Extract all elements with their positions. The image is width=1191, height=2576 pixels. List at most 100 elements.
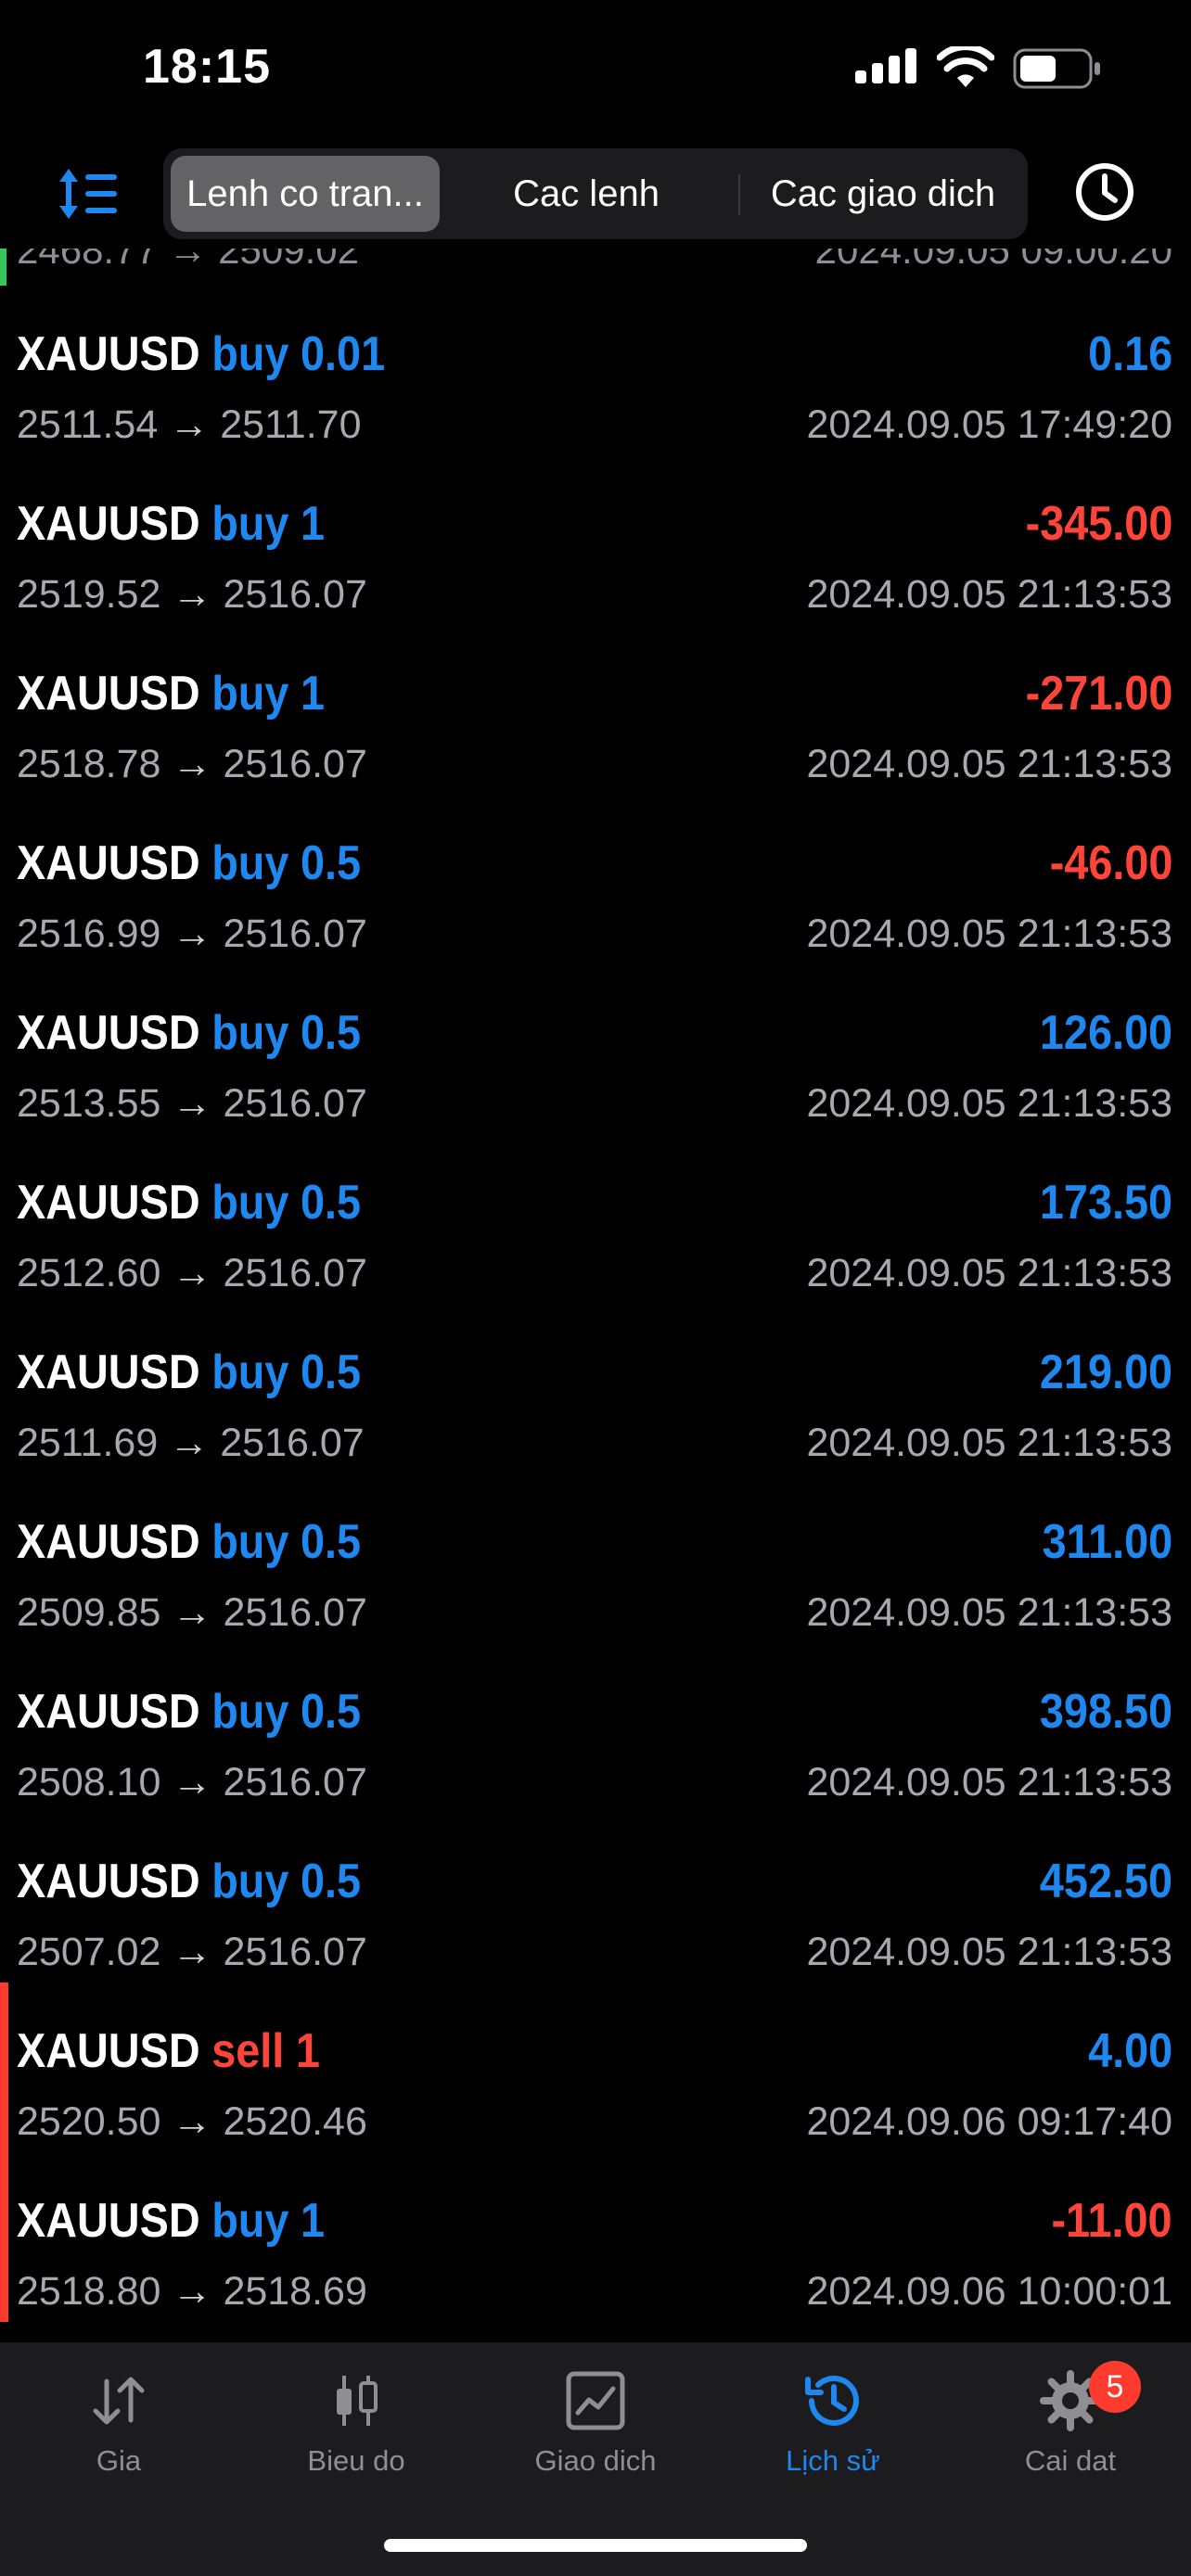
order-side: buy	[211, 1685, 289, 1739]
order-time: 2024.09.05 21:13:53	[806, 1421, 1172, 1465]
tab-gia[interactable]: Gia	[26, 2368, 211, 2498]
row-marker-red	[0, 2152, 8, 2322]
tab-lich-su[interactable]: Lịch sử	[740, 2368, 926, 2498]
order-prices: 2520.50 → 2520.46	[17, 2099, 367, 2145]
battery-icon	[1013, 48, 1100, 89]
order-open-price: 2519.52	[17, 572, 161, 617]
tab-label: Bieu do	[307, 2444, 405, 2477]
order-title: XAUUSD buy 0.5	[17, 1684, 361, 1740]
order-time: 2024.09.05 21:13:53	[806, 912, 1172, 956]
price-arrow-icon: →	[169, 402, 210, 447]
segment-deals[interactable]: Cac giao dich	[744, 156, 1022, 232]
row-marker-red	[0, 1983, 8, 2152]
order-open-price: 2516.99	[17, 912, 161, 956]
order-symbol: XAUUSD	[17, 2194, 200, 2248]
order-prices: 2511.69 → 2516.07	[17, 1421, 365, 1466]
order-open-price: 2511.54	[17, 402, 159, 447]
order-row[interactable]: XAUUSD buy 1 -345.00 2519.52 → 2516.07 2024.09.…	[0, 455, 1191, 625]
order-volume: 0.5	[301, 1685, 362, 1739]
segment-divider	[738, 174, 740, 215]
tab-label: Gia	[96, 2444, 142, 2477]
order-profit: 452.50	[1039, 1855, 1172, 1908]
order-row[interactable]: XAUUSD buy 0.5 311.00 2509.85 → 2516.07 2024.09…	[0, 1473, 1191, 1643]
tab-bieu-do[interactable]: Bieu do	[263, 2368, 449, 2498]
sort-icon[interactable]	[56, 161, 121, 226]
candlestick-icon	[337, 2376, 378, 2426]
order-prices: 2512.60 → 2516.07	[17, 1251, 367, 1296]
order-time: 2024.09.05 21:13:53	[806, 1930, 1172, 1974]
order-profit: -46.00	[1049, 836, 1172, 890]
order-side: buy	[211, 1345, 289, 1399]
order-volume: 1	[301, 497, 326, 551]
order-close-price: 2520.46	[223, 2099, 367, 2144]
order-prices: 2518.78 → 2516.07	[17, 742, 367, 787]
order-symbol: XAUUSD	[17, 1345, 200, 1399]
order-symbol: XAUUSD	[17, 1176, 200, 1230]
order-row[interactable]: XAUUSD buy 0.5 173.50 2512.60 → 2516.07 2024.09…	[0, 1134, 1191, 1304]
order-prices: 2511.54 → 2511.70	[17, 402, 362, 448]
order-title: XAUUSD buy 0.5	[17, 1175, 361, 1231]
order-prices: 2516.99 → 2516.07	[17, 912, 367, 957]
order-open-price: 2520.50	[17, 2099, 161, 2144]
status-bar: 18:15	[0, 0, 1191, 139]
history-icon	[805, 2375, 859, 2426]
price-arrow-icon: →	[169, 1421, 210, 1465]
order-prices: 2513.55 → 2516.07	[17, 1081, 367, 1127]
price-arrow-icon: →	[172, 1760, 212, 1804]
order-profit: -345.00	[1025, 497, 1172, 551]
price-arrow-icon: →	[172, 572, 212, 617]
order-title: XAUUSD buy 1	[17, 496, 325, 552]
trade-chart-icon	[566, 2371, 625, 2430]
order-row[interactable]: XAUUSD buy 0.5 -46.00 2516.99 → 2516.07 2024.09…	[0, 795, 1191, 964]
tab-label: Giao dich	[534, 2444, 657, 2477]
order-title: XAUUSD buy 0.5	[17, 1005, 361, 1061]
order-title: XAUUSD buy 0.5	[17, 835, 361, 891]
order-symbol: XAUUSD	[17, 1515, 200, 1569]
order-volume: 0.5	[301, 1515, 362, 1569]
order-title: XAUUSD buy 1	[17, 666, 325, 721]
order-symbol: XAUUSD	[17, 667, 200, 721]
price-arrow-icon: →	[172, 1930, 212, 1974]
clock-icon[interactable]	[1074, 161, 1135, 223]
order-open-price: 2507.02	[17, 1930, 161, 1974]
order-symbol: XAUUSD	[17, 1685, 200, 1739]
order-row[interactable]: XAUUSD buy 0.5 398.50 2508.10 → 2516.07 2024.09…	[0, 1643, 1191, 1813]
order-profit: -271.00	[1025, 667, 1172, 721]
order-row[interactable]: XAUUSD sell 1 4.00 2520.50 → 2520.46 2024.09.06…	[0, 1983, 1191, 2152]
order-close-price: 2516.07	[223, 572, 367, 617]
order-title: XAUUSD buy 0.5	[17, 1345, 361, 1400]
order-time: 2024.09.06 09:17:40	[806, 2099, 1172, 2144]
order-row[interactable]: XAUUSD buy 1 -11.00 2518.80 → 2518.69 2024.09.0…	[0, 2152, 1191, 2322]
status-time: 18:15	[143, 40, 271, 94]
order-row[interactable]: XAUUSD buy 0.5 452.50 2507.02 → 2516.07 2024.09…	[0, 1813, 1191, 1983]
order-row[interactable]: XAUUSD buy 0.5 126.00 2513.55 → 2516.07 2024.09…	[0, 964, 1191, 1134]
order-volume: 0.5	[301, 1855, 362, 1908]
order-close-price: 2516.07	[223, 1930, 367, 1974]
order-volume: 1	[301, 667, 326, 721]
order-title: XAUUSD sell 1	[17, 2023, 320, 2079]
tab-giao-dich[interactable]: Giao dich	[503, 2368, 688, 2498]
tab-cai-dat[interactable]: Cai dat 5	[978, 2361, 1163, 2498]
order-side: buy	[211, 1176, 289, 1230]
history-list: 2468.77 → 2509.02 2024.09.05 09:00:20 XA…	[0, 249, 1191, 2342]
segment-orders[interactable]: Cac lenh	[447, 156, 725, 232]
order-profit: 0.16	[1087, 327, 1172, 381]
order-time: 2024.09.05 21:13:53	[806, 1081, 1172, 1126]
order-open-price: 2508.10	[17, 1760, 161, 1804]
segment-open-positions[interactable]: Lenh co tran...	[171, 156, 440, 232]
order-profit: 4.00	[1087, 2024, 1172, 2078]
order-volume: 0.5	[301, 836, 362, 890]
order-row[interactable]: XAUUSD buy 0.5 219.00 2511.69 → 2516.07 2024.09…	[0, 1304, 1191, 1473]
order-prices: 2519.52 → 2516.07	[17, 572, 367, 618]
partial-row: 2468.77 → 2509.02 2024.09.05 09:00:20	[0, 249, 1191, 286]
order-symbol: XAUUSD	[17, 2024, 200, 2078]
order-profit: 398.50	[1039, 1685, 1172, 1739]
price-arrow-icon: →	[172, 2269, 212, 2314]
wifi-icon	[937, 46, 994, 87]
order-row[interactable]: XAUUSD buy 1 -271.00 2518.78 → 2516.07 2024.09.…	[0, 625, 1191, 795]
order-volume: 1	[301, 2194, 326, 2248]
tab-label: Lịch sử	[786, 2444, 880, 2477]
order-profit: 219.00	[1039, 1345, 1172, 1399]
order-side: sell	[211, 2024, 285, 2078]
order-row[interactable]: XAUUSD buy 0.01 0.16 2511.54 → 2511.70 2024.09.…	[0, 286, 1191, 455]
